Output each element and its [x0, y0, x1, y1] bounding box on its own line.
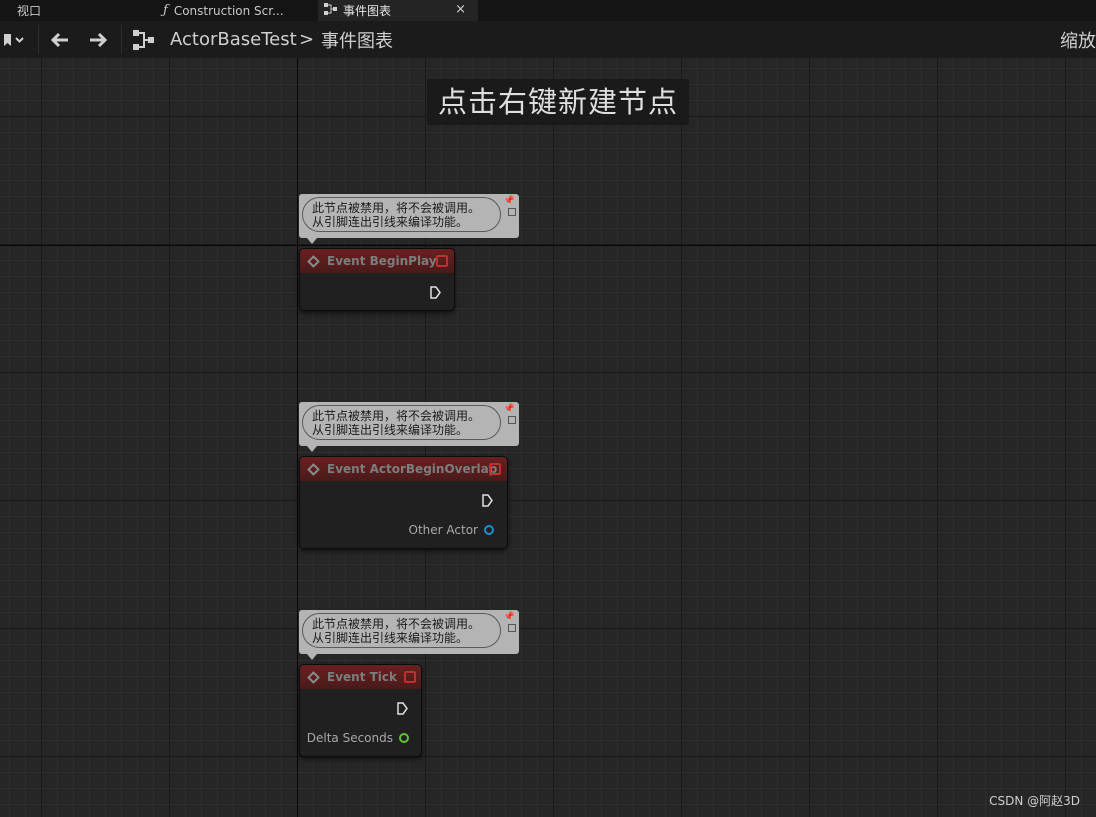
pin-comment-icon[interactable]: 📌 — [504, 404, 515, 414]
bookmark-button[interactable] — [2, 21, 24, 58]
bubble-tail — [307, 654, 317, 660]
exec-output-pin-icon[interactable] — [397, 702, 408, 715]
graph-origin-axis-horizontal — [0, 245, 1096, 246]
exec-output-pin-icon[interactable] — [430, 286, 441, 299]
disabled-indicator-icon — [404, 671, 416, 683]
node-comment-bubble[interactable]: 此节点被禁用，将不会被调用。 从引脚连出引线来编译功能。 📌 — [299, 402, 519, 452]
graph-type-icon-wrap — [133, 21, 155, 58]
tab-label: 视口 — [17, 4, 42, 18]
node-title: Event BeginPlay — [327, 254, 437, 268]
comment-line: 从引脚连出引线来编译功能。 — [312, 631, 469, 645]
comment-toggle-icon[interactable] — [508, 208, 516, 216]
pin-label: Delta Seconds — [306, 731, 393, 745]
separator — [121, 25, 122, 54]
node-event-actorbeginoverlap[interactable]: Event ActorBeginOverlap Other Actor — [299, 456, 508, 549]
graph-origin-axis-vertical — [297, 58, 298, 817]
toolbar: ActorBaseTest > 事件图表 缩放 — [0, 21, 1096, 59]
graph-hint-text: 点击右键新建节点 — [427, 79, 690, 125]
back-button[interactable] — [50, 21, 70, 58]
back-arrow-icon — [50, 32, 68, 47]
disabled-indicator-icon — [436, 255, 448, 267]
comment-line: 从引脚连出引线来编译功能。 — [312, 423, 469, 437]
tab-event-graph[interactable]: 事件图表 × — [318, 0, 478, 21]
watermark: CSDN @阿赵3D — [989, 794, 1080, 808]
comment-toggle-icon[interactable] — [508, 624, 516, 632]
pin-label: Other Actor — [408, 523, 478, 537]
comment-line: 从引脚连出引线来编译功能。 — [312, 215, 469, 229]
breadcrumb-current[interactable]: 事件图表 — [321, 21, 393, 58]
separator — [38, 25, 39, 54]
event-diamond-icon — [307, 462, 320, 476]
output-pin-other-actor[interactable]: Other Actor — [409, 523, 494, 537]
float-pin-icon[interactable] — [399, 733, 409, 743]
breadcrumb-separator: > — [299, 29, 315, 50]
node-comment-bubble[interactable]: 此节点被禁用，将不会被调用。 从引脚连出引线来编译功能。 📌 — [299, 610, 519, 660]
comment-line: 此节点被禁用，将不会被调用。 — [312, 201, 481, 215]
comment-line: 此节点被禁用，将不会被调用。 — [312, 617, 481, 631]
breadcrumb-root[interactable]: ActorBaseTest — [170, 21, 297, 58]
node-title: Event ActorBeginOverlap — [327, 462, 498, 476]
zoom-label: 缩放 — [1060, 30, 1096, 52]
node-header[interactable]: Event ActorBeginOverlap — [300, 457, 507, 481]
tab-label: Construction Scr... — [173, 3, 284, 18]
function-icon: ƒ — [163, 3, 168, 18]
comment-line: 此节点被禁用，将不会被调用。 — [312, 409, 481, 423]
node-header[interactable]: Event Tick — [300, 665, 421, 689]
pin-comment-icon[interactable]: 📌 — [504, 196, 515, 206]
node-event-tick[interactable]: Event Tick Delta Seconds — [299, 664, 422, 757]
bubble-tail — [307, 238, 317, 244]
event-diamond-icon — [307, 670, 320, 684]
exec-output-pin-icon[interactable] — [482, 494, 493, 507]
disabled-indicator-icon — [489, 463, 501, 475]
forward-button[interactable] — [88, 21, 108, 58]
event-graph-icon — [133, 29, 154, 50]
tab-construction-script[interactable]: ƒ Construction Scr... — [163, 0, 284, 21]
comment-text: 此节点被禁用，将不会被调用。 从引脚连出引线来编译功能。 — [302, 405, 501, 440]
node-comment-bubble[interactable]: 此节点被禁用，将不会被调用。 从引脚连出引线来编译功能。 📌 — [299, 194, 519, 244]
bubble-tail — [307, 446, 317, 452]
event-diamond-icon — [307, 254, 320, 268]
viewport-grid-icon — [0, 5, 11, 16]
close-icon[interactable]: × — [455, 2, 466, 17]
node-header[interactable]: Event BeginPlay — [300, 249, 454, 273]
event-graph-icon — [324, 3, 337, 18]
event-graph-canvas[interactable]: 点击右键新建节点 此节点被禁用，将不会被调用。 从引脚连出引线来编译功能。 📌 … — [0, 58, 1096, 817]
tab-label: 事件图表 — [343, 4, 392, 18]
tab-viewport[interactable]: 视口 — [0, 0, 41, 21]
pin-comment-icon[interactable]: 📌 — [504, 612, 515, 622]
output-pin-delta-seconds[interactable]: Delta Seconds — [307, 731, 409, 745]
comment-text: 此节点被禁用，将不会被调用。 从引脚连出引线来编译功能。 — [302, 197, 501, 232]
node-title: Event Tick — [327, 670, 398, 684]
bookmark-icon — [4, 33, 24, 46]
forward-arrow-icon — [90, 32, 108, 47]
comment-toggle-icon[interactable] — [508, 416, 516, 424]
object-pin-icon[interactable] — [484, 525, 494, 535]
tab-bar: 视口 ƒ Construction Scr... 事件图表 × — [0, 0, 1096, 21]
comment-text: 此节点被禁用，将不会被调用。 从引脚连出引线来编译功能。 — [302, 613, 501, 648]
node-event-beginplay[interactable]: Event BeginPlay — [299, 248, 455, 311]
